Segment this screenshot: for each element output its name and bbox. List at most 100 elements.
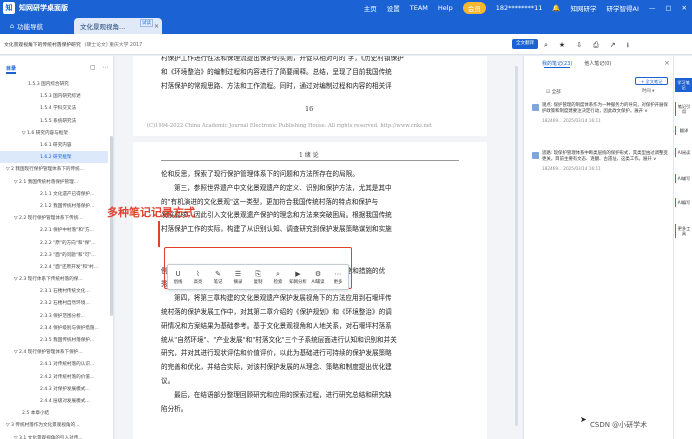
export-icon[interactable]: ⭳ [627,41,629,52]
minimize-icon[interactable]: — [649,4,656,12]
menu-home[interactable]: 主页 [364,3,377,13]
toc-item[interactable]: 1.6.1 研究内容 [0,139,108,151]
rail-item[interactable]: 笔记引用 [675,102,692,116]
toc-item[interactable]: 2.3.1 石楼村传统文化... [0,285,108,297]
toc-item[interactable]: 2.4.3 对保护发展模式... [0,383,108,395]
toc-item[interactable]: 2.2.4 "面"还原开发"和"村... [0,261,108,273]
toolbar-7-button[interactable]: ⚙ AI辅读 [308,270,328,285]
tab-document[interactable]: 文化景观视角... 试读 × [74,18,162,34]
toc-item[interactable]: ▽ 3.1 文化景观视角的引入对传... [0,431,108,439]
toc-item[interactable]: 2.2.3 "面"的问题"和"可"... [0,249,108,261]
rail-item[interactable]: AI阅读 [675,148,692,157]
toc-item[interactable]: 2.1.2 我国传统村落保护... [0,200,108,212]
tab-my-notes[interactable]: 我的笔记(23) [542,60,572,67]
rail-item[interactable]: 学习笔记 [675,78,692,92]
toc-item[interactable]: 1.6.2 研究框架 [0,151,108,164]
maximize-icon[interactable]: □ [665,4,671,12]
toolbar-4-button[interactable]: ⎘ 复制 [248,270,268,285]
add-note-button[interactable]: + 全文笔记 [635,77,668,85]
toc-item[interactable]: ▽ 3 传统村落作为文化景观视角的... [0,419,108,431]
toc-item[interactable]: 1.5.4 学科交叉法 [0,102,108,114]
expand-icon[interactable]: ▢ [90,64,96,71]
tab-others-notes[interactable]: 他人笔记(0) [584,60,611,67]
note-text: 思路: 现保护管理体系中断类层统的保护形式，其类型由过调整变更关，目前主要有文态… [542,151,668,163]
toc-item[interactable]: ▽ 2 我国现行保护管理体系下的传统... [0,163,108,175]
full-translate-button[interactable]: 全文翻译 [512,39,538,49]
toc-item[interactable]: 2.3.4 保护级别与保护措施... [0,322,108,334]
toc-item[interactable]: 2.5 本章小结 [0,407,108,419]
toc-item[interactable]: 1.5.3 国内综合研究 [0,78,108,90]
sort-dropdown[interactable]: 时间 ▾ [642,88,654,94]
rail-item[interactable]: 翻译 [675,126,692,135]
download-icon[interactable]: ⇩ [576,41,582,52]
copyright-line: (C)1994-2022 China Academic Journal Elec… [147,123,432,129]
toolbar-0-button[interactable]: U 划线 [168,270,188,285]
text-line: 村保护工作进行性法和保理流提出保护的实则，开促以相对可的 字，《历史村镇保护 [161,56,404,62]
tab-badge: 试读 [140,19,153,27]
toc-sidebar: 目录 ▢ ⋯ 1.5.3 国内综合研究 1.5.3 国内研究综述 1.5.4 学科交… [0,56,114,439]
tool-icon: U [175,269,181,278]
text-line: 统从"自然环境"、"产业发展"和"村落文化"三个子系统层面进行认知和识别和并关 [161,335,397,344]
toc-item[interactable]: 2.4.2 对传统村落的价值... [0,371,108,383]
tab-close-icon[interactable]: × [154,23,159,30]
app-logo-icon: 知 [3,2,15,14]
star-icon[interactable]: ★ [559,41,565,52]
toolbar-3-button[interactable]: ☰ 摘录 [228,270,248,285]
toolbar-6-button[interactable]: ▶ 知网分析 [288,270,308,285]
share-icon[interactable]: ↗ [610,41,616,52]
rail-item[interactable]: AI辅写 [675,174,692,183]
toc-item[interactable]: 2.3.2 石楼村自然环境... [0,297,108,309]
note-icon [532,104,539,111]
note-card[interactable]: 思路: 现保护管理体系中断类层统的保护形式，其类型由过调整变更关，目前主要有文态… [532,151,669,171]
more-icon[interactable]: ⋯ [103,64,109,71]
print-icon[interactable]: ⎙ [593,41,599,52]
note-meta: 182469... 2025/03/14 16:11 [542,165,601,171]
toc-item[interactable]: 2.2.1 保护中村落"和"方... [0,224,108,236]
note-card[interactable]: 观点: 保护管理的制度体系作为一种服务力的导向，对保护开展保护政策和制度建要注决… [532,103,669,123]
doc-meta: (硕士论文) 重庆大学 2017 [84,42,143,48]
text-line: 伦和反思，探索了现行保护管理体系下的问题和方法所存在的局限。 [161,170,359,178]
toolbar-8-button[interactable]: ⋯ 更多 [328,270,348,285]
rail-item[interactable]: AI编写 [675,198,692,207]
doc-title: 文化景观视角下的传统村落保护研究 [4,42,81,48]
rail-item[interactable]: 更多工具 [675,224,692,238]
toc-tab[interactable]: 目录 [6,65,16,72]
toc-item[interactable]: 2.2.2 "原"的方向"和"保"... [0,236,108,248]
toc-item[interactable]: 2.4.1 对传统村落的认识... [0,358,108,370]
close-icon[interactable]: × [664,59,670,67]
toolbar-1-button[interactable]: ⌇ 高亮 [188,270,208,285]
toc-item[interactable]: 2.1.1 文化遗产已得保护... [0,188,108,200]
app-switch-ai[interactable]: 研学智得AI [607,3,639,13]
toc-item[interactable]: ▽ 2.3 现行体系下传统村落的保... [0,273,108,285]
toc-scrollbar[interactable] [110,136,113,316]
app-title: 知网研学桌面版 [19,4,68,12]
toc-item[interactable]: ▽ 2.4 现行保护管理体系下保护... [0,346,108,358]
vip-badge[interactable]: 会员 [462,2,486,14]
toc-item[interactable]: ▽ 2.1 我国传统村落保护管理... [0,176,108,188]
app-switch-studio[interactable]: 知网研学 [571,3,597,13]
tab-function-nav[interactable]: ⌂ 功能导航 [4,18,74,34]
user-account[interactable]: 182********11 [496,4,543,12]
toc-item[interactable]: 2.3.5 我国传统村落保护... [0,334,108,346]
toc-item[interactable]: 2.4.4 层级对发展模式... [0,395,108,407]
toolbar-5-button[interactable]: ⌕ 检索 [268,270,288,285]
close-icon[interactable]: ✕ [682,4,687,12]
tool-icon: ⌇ [196,269,200,278]
tab-underline [544,67,570,68]
mouse-cursor-icon: ➤ [580,415,587,424]
bell-icon[interactable]: 🔔 [552,4,560,12]
menu-settings[interactable]: 设置 [387,3,400,13]
tool-icon: ⎘ [255,269,261,278]
toc-item[interactable]: 1.5.5 系统研究法 [0,115,108,127]
search-icon[interactable]: ⌕ [544,41,548,52]
document-scrollbar[interactable] [515,66,518,426]
toc-item[interactable]: ▽ 1.6 研究内容与框架 [0,127,108,139]
tool-label: 更多 [333,279,343,285]
toc-item[interactable]: ▽ 2.2 现行保护管理体系下传统... [0,212,108,224]
menu-team[interactable]: TEAM [410,4,428,12]
toc-item[interactable]: 1.5.3 国内研究综述 [0,90,108,102]
menu-help[interactable]: Help [438,4,453,12]
filter-all-checkbox[interactable]: ☑ 全部 [546,89,561,95]
toc-item[interactable]: 2.3.3 保护范围分析... [0,310,108,322]
toolbar-2-button[interactable]: ✎ 笔记 [208,270,228,285]
